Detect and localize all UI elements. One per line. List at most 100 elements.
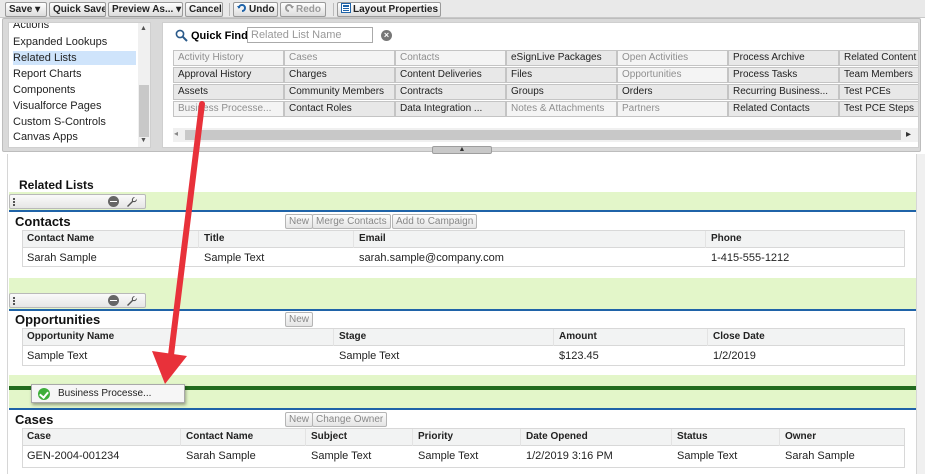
column-header[interactable]: Contact Name <box>27 233 94 244</box>
palette-tile-team-members[interactable]: Team Members <box>839 67 918 83</box>
related-list-handle-opportunities[interactable] <box>9 293 146 308</box>
palette-tile-test-pce-steps[interactable]: Test PCE Steps <box>839 101 918 117</box>
table-cell: 1/2/2019 <box>713 350 756 362</box>
column-header[interactable]: Amount <box>559 331 597 342</box>
palette-tile-orders[interactable]: Orders <box>617 84 728 100</box>
category-actions[interactable]: Actions <box>13 23 136 32</box>
column-header[interactable]: Date Opened <box>526 431 588 442</box>
scroll-right-icon[interactable]: ▸ <box>906 129 911 140</box>
new-button[interactable]: New <box>285 412 314 427</box>
wrench-icon[interactable] <box>126 295 138 307</box>
table-header: Case Contact Name Subject Priority Date … <box>23 429 904 446</box>
layout-properties-button[interactable]: Layout Properties <box>337 2 441 17</box>
palette-tile-business-processe[interactable]: Business Processe... <box>173 101 284 117</box>
clear-icon[interactable]: × <box>381 30 392 41</box>
undo-button[interactable]: Undo <box>233 2 278 17</box>
new-button[interactable]: New <box>285 214 314 229</box>
column-header[interactable]: Status <box>677 431 708 442</box>
palette-tile-recurring-business[interactable]: Recurring Business... <box>728 84 839 100</box>
scroll-up-icon[interactable]: ▲ <box>140 25 147 32</box>
palette-tile-notes-attachments[interactable]: Notes & Attachments <box>506 101 617 117</box>
collapse-palette-handle[interactable]: ▲ <box>432 146 492 154</box>
column-divider <box>305 429 306 446</box>
cancel-button[interactable]: Cancel <box>185 2 223 17</box>
palette-tile-assets[interactable]: Assets <box>173 84 284 100</box>
palette-tile-process-tasks[interactable]: Process Tasks <box>728 67 839 83</box>
table-cell: GEN-2004-001234 <box>27 450 120 462</box>
palette-tile-partners[interactable]: Partners <box>617 101 728 117</box>
category-report-charts[interactable]: Report Charts <box>13 67 136 81</box>
palette-items-panel: Quick Find Related List Name × Activity … <box>162 22 919 148</box>
table-cell: Sample Text <box>27 350 88 362</box>
column-divider <box>705 231 706 248</box>
remove-icon[interactable] <box>108 196 119 207</box>
undo-label: Undo <box>249 4 275 15</box>
palette-scroll-thumb[interactable] <box>185 130 901 140</box>
contacts-table: Contact Name Title Email Phone Sarah Sam… <box>22 230 905 267</box>
column-header[interactable]: Priority <box>418 431 453 442</box>
new-button[interactable]: New <box>285 312 314 327</box>
column-header[interactable]: Email <box>359 233 386 244</box>
checkmark-icon <box>38 388 50 400</box>
drag-handle-icon <box>13 297 15 305</box>
palette-tile-opportunities[interactable]: Opportunities <box>617 67 728 83</box>
palette-tile-files[interactable]: Files <box>506 67 617 83</box>
change-owner-button[interactable]: Change Owner <box>312 412 388 427</box>
column-divider <box>412 429 413 446</box>
palette-tile-charges[interactable]: Charges <box>284 67 395 83</box>
category-scrollbar[interactable]: ▲ ▼ <box>138 23 150 147</box>
quick-save-button[interactable]: Quick Save <box>49 2 106 17</box>
merge-contacts-button[interactable]: Merge Contacts <box>312 214 391 229</box>
palette-tile-groups[interactable]: Groups <box>506 84 617 100</box>
palette-tile-contracts[interactable]: Contracts <box>395 84 506 100</box>
column-header[interactable]: Phone <box>711 233 742 244</box>
dragged-related-list-item[interactable]: Business Processe... <box>31 384 185 403</box>
section-title: Related Lists <box>19 178 94 192</box>
category-components[interactable]: Components <box>13 83 136 97</box>
save-button[interactable]: Save ▾ <box>5 2 47 17</box>
palette-tile-related-contacts[interactable]: Related Contacts <box>728 101 839 117</box>
layout-properties-label: Layout Properties <box>353 4 439 15</box>
category-canvas-apps[interactable]: Canvas Apps <box>13 130 136 144</box>
category-expanded-lookups[interactable]: Expanded Lookups <box>13 35 136 49</box>
scroll-left-icon[interactable]: ◂ <box>174 129 178 138</box>
category-scroll-thumb[interactable] <box>139 85 149 137</box>
column-header[interactable]: Opportunity Name <box>27 331 114 342</box>
palette-tile-cases[interactable]: Cases <box>284 50 395 66</box>
palette-tile-open-activities[interactable]: Open Activities <box>617 50 728 66</box>
palette-horizontal-scrollbar[interactable]: ◂ <box>173 128 918 142</box>
table-cell: Sample Text <box>311 450 372 462</box>
canvas-border <box>7 154 8 474</box>
palette-tile-data-integration[interactable]: Data Integration ... <box>395 101 506 117</box>
column-header[interactable]: Case <box>27 431 51 442</box>
palette-tile-content-deliveries[interactable]: Content Deliveries <box>395 67 506 83</box>
category-related-lists[interactable]: Related Lists <box>13 51 136 65</box>
column-header[interactable]: Contact Name <box>186 431 253 442</box>
palette-tile-esignlive-packages[interactable]: eSignLive Packages <box>506 50 617 66</box>
palette-tile-test-pces[interactable]: Test PCEs <box>839 84 918 100</box>
palette-tile-contacts[interactable]: Contacts <box>395 50 506 66</box>
add-to-campaign-button[interactable]: Add to Campaign <box>392 214 478 229</box>
column-header[interactable]: Title <box>204 233 224 244</box>
palette-tile-related-content[interactable]: Related Content <box>839 50 918 66</box>
column-header[interactable]: Subject <box>311 431 347 442</box>
palette-tile-process-archive[interactable]: Process Archive <box>728 50 839 66</box>
column-header[interactable]: Stage <box>339 331 366 342</box>
column-header[interactable]: Owner <box>785 431 816 442</box>
canvas-scrollbar[interactable] <box>917 154 925 474</box>
quick-find-input[interactable]: Related List Name <box>247 27 373 43</box>
related-list-handle-contacts[interactable] <box>9 194 146 209</box>
remove-icon[interactable] <box>108 295 119 306</box>
palette-tile-approval-history[interactable]: Approval History <box>173 67 284 83</box>
wrench-icon[interactable] <box>126 196 138 208</box>
palette-tile-community-members[interactable]: Community Members <box>284 84 395 100</box>
preview-as-button[interactable]: Preview As... ▾ <box>108 2 183 17</box>
palette-tile-contact-roles[interactable]: Contact Roles <box>284 101 395 117</box>
category-custom-s-controls[interactable]: Custom S-Controls <box>13 115 136 129</box>
column-header[interactable]: Close Date <box>713 331 765 342</box>
category-visualforce-pages[interactable]: Visualforce Pages <box>13 99 136 113</box>
scroll-down-icon[interactable]: ▼ <box>140 137 147 144</box>
table-cell: sarah.sample@company.com <box>359 252 504 264</box>
palette-tile-activity-history[interactable]: Activity History <box>173 50 284 66</box>
redo-button[interactable]: Redo <box>280 2 326 17</box>
